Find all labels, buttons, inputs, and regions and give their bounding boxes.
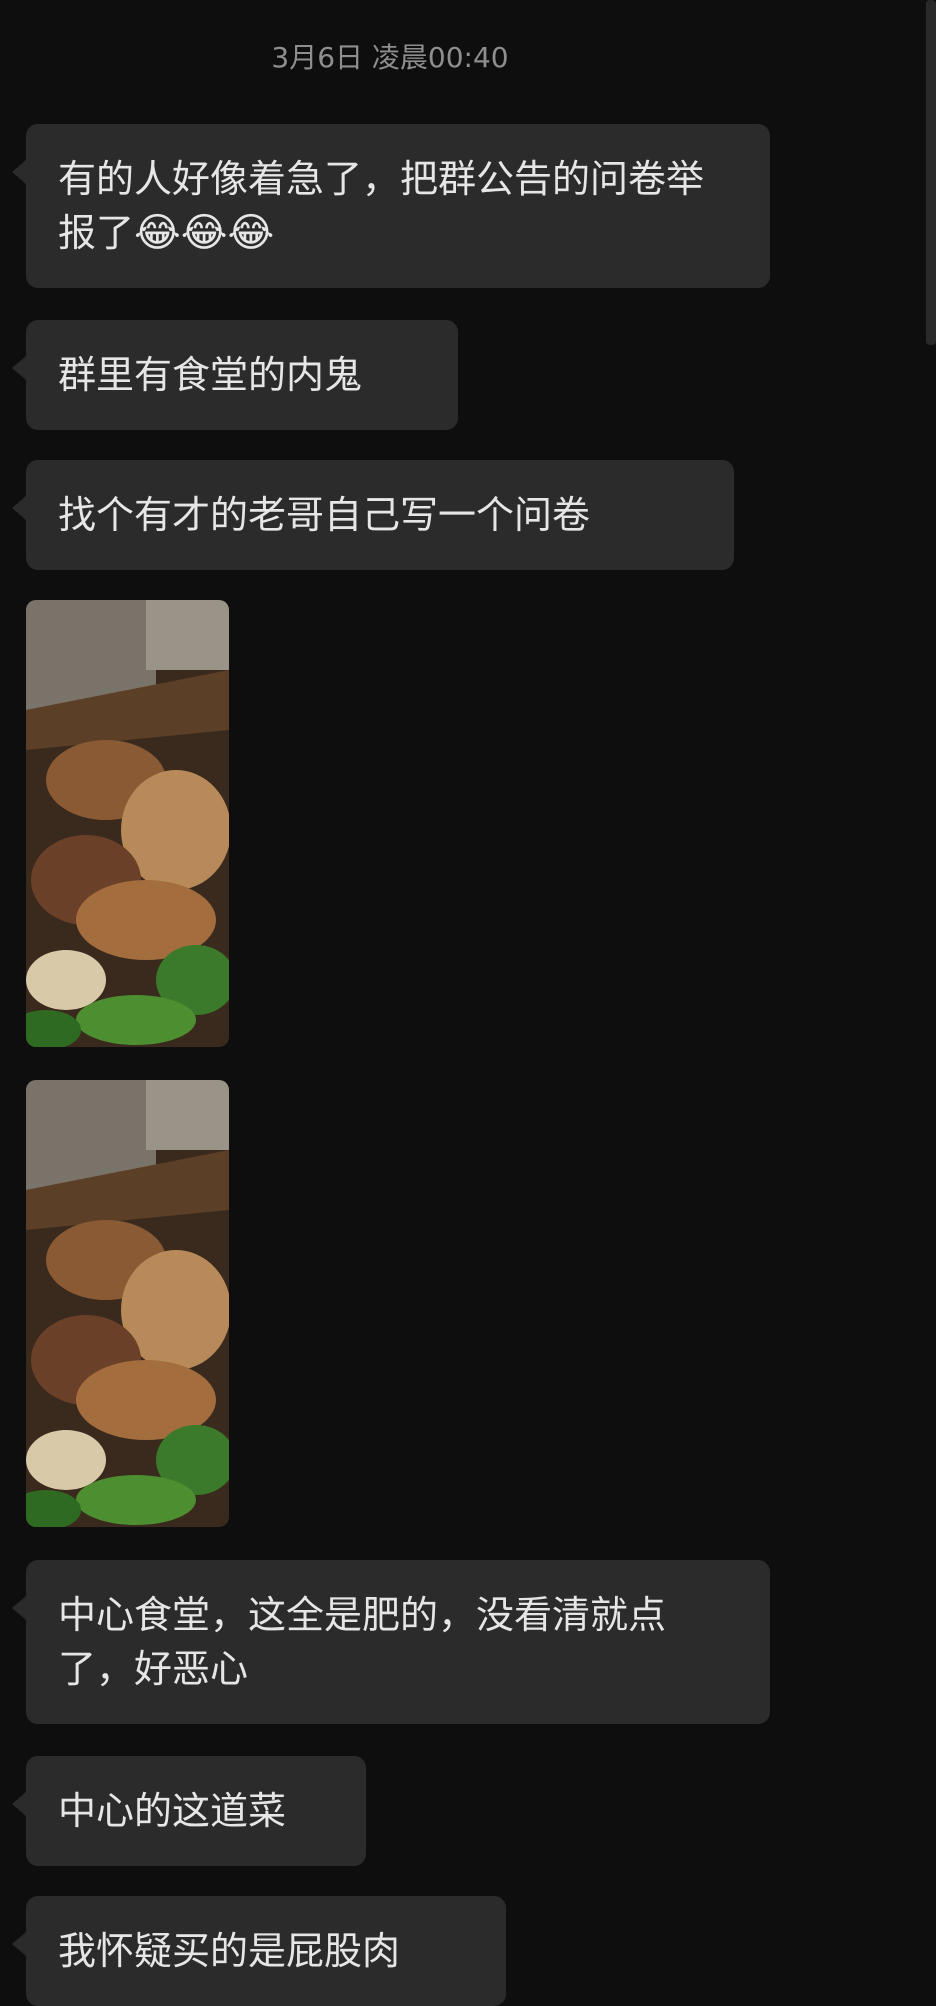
chat-timestamp: 3月6日 凌晨00:40: [271, 41, 509, 74]
scrollbar-thumb[interactable]: [926, 0, 936, 345]
message-bubble[interactable]: 群里有食堂的内鬼: [12, 320, 458, 430]
message-bubble[interactable]: 中心食堂，这全是肥的，没看清就点了，好恶心: [12, 1560, 770, 1724]
message-bubble[interactable]: 有的人好像着急了，把群公告的问卷举报了😂😂😂: [12, 124, 770, 288]
message-text: 中心的这道菜: [58, 1789, 287, 1833]
message-bubble[interactable]: 中心的这道菜: [12, 1756, 366, 1866]
message-bubble[interactable]: 找个有才的老哥自己写一个问卷: [12, 460, 734, 570]
laughing-emoji-icon: 😂😂😂: [134, 210, 275, 256]
message-text: 找个有才的老哥自己写一个问卷: [58, 493, 591, 537]
message-image[interactable]: [26, 600, 229, 1047]
message-image[interactable]: [26, 1080, 229, 1527]
message-bubble[interactable]: 我怀疑买的是屁股肉: [12, 1896, 506, 2006]
food-photo-icon: [26, 600, 229, 1047]
message-text: 我怀疑买的是屁股肉: [58, 1929, 401, 1973]
food-photo-icon: [26, 1080, 229, 1527]
message-text: 群里有食堂的内鬼: [58, 353, 363, 397]
message-text: 中心食堂，这全是肥的，没看清就点了，好恶心: [58, 1593, 667, 1691]
